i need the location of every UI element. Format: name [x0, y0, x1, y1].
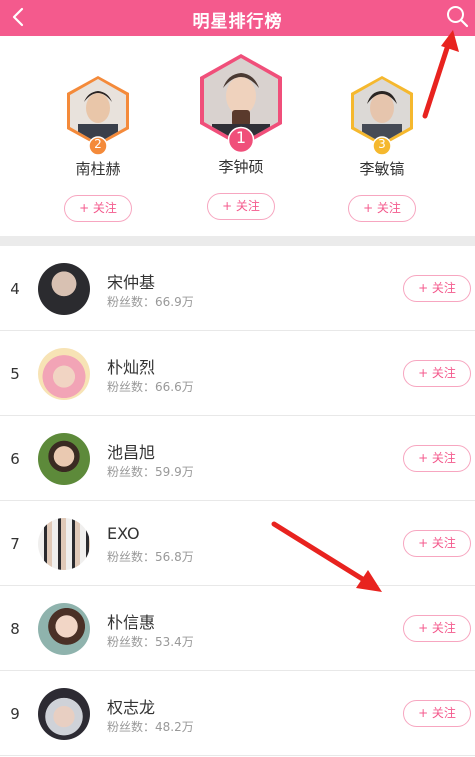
follow-button[interactable]: + 关注 [64, 195, 132, 222]
avatar[interactable]: 3 [348, 74, 416, 156]
star-name: 宋仲基 [107, 273, 156, 292]
follow-button[interactable]: + 关注 [403, 700, 471, 727]
fan-count: 粉丝数：66.9万 [107, 295, 194, 309]
rank-badge-number: 1 [235, 128, 247, 147]
rank-number: 8 [10, 620, 20, 638]
rank-badge-number: 3 [378, 137, 386, 151]
top-bar: 明星排行榜 [0, 0, 475, 36]
avatar[interactable] [38, 263, 90, 315]
rank-number: 5 [10, 365, 20, 383]
fan-count: 粉丝数：66.6万 [107, 380, 194, 394]
star-name: 南柱赫 [75, 160, 121, 178]
rank-number: 9 [10, 705, 20, 723]
fan-count: 粉丝数：59.9万 [107, 465, 194, 479]
avatar[interactable] [38, 688, 90, 740]
follow-button[interactable]: + 关注 [348, 195, 416, 222]
star-name: 李钟硕 [218, 158, 264, 176]
rank-number: 6 [10, 450, 20, 468]
follow-button[interactable]: + 关注 [403, 530, 471, 557]
podium-item-2[interactable]: 2 南柱赫 + 关注 [58, 74, 138, 222]
rank-number: 7 [10, 535, 20, 553]
podium-item-3[interactable]: 3 李敏镐 + 关注 [342, 74, 422, 222]
ranking-list: 4 宋仲基 粉丝数：66.9万 + 关注 5 朴灿烈 粉丝数：66.6万 + 关… [0, 246, 475, 756]
follow-button[interactable]: + 关注 [403, 445, 471, 472]
avatar[interactable]: 2 [64, 74, 132, 156]
section-divider [0, 236, 475, 246]
fan-count: 粉丝数：56.8万 [107, 550, 194, 564]
list-item[interactable]: 6 池昌旭 粉丝数：59.9万 + 关注 [0, 416, 475, 501]
avatar[interactable] [38, 433, 90, 485]
page-title: 明星排行榜 [192, 12, 283, 32]
avatar[interactable] [38, 603, 90, 655]
list-item[interactable]: 4 宋仲基 粉丝数：66.9万 + 关注 [0, 246, 475, 331]
follow-button[interactable]: + 关注 [207, 193, 275, 220]
follow-button[interactable]: + 关注 [403, 275, 471, 302]
star-name: 权志龙 [107, 698, 156, 717]
star-name: 池昌旭 [107, 443, 156, 462]
list-item[interactable]: 5 朴灿烈 粉丝数：66.6万 + 关注 [0, 331, 475, 416]
star-name: 朴信惠 [107, 613, 156, 632]
fan-count: 粉丝数：53.4万 [107, 635, 194, 649]
podium-item-1[interactable]: 1 李钟硕 + 关注 [194, 52, 288, 220]
avatar[interactable] [38, 518, 90, 570]
list-item[interactable]: 7 EXO 粉丝数：56.8万 + 关注 [0, 501, 475, 586]
star-name: EXO [107, 524, 140, 543]
avatar[interactable] [38, 348, 90, 400]
follow-button[interactable]: + 关注 [403, 615, 471, 642]
star-name: 朴灿烈 [107, 358, 156, 377]
avatar[interactable]: 1 [196, 52, 286, 154]
list-item[interactable]: 8 朴信惠 粉丝数：53.4万 + 关注 [0, 586, 475, 671]
rank-badge-number: 2 [94, 137, 102, 151]
list-item[interactable]: 9 权志龙 粉丝数：48.2万 + 关注 [0, 671, 475, 756]
rank-number: 4 [10, 280, 20, 298]
top-three-podium: 2 南柱赫 + 关注 1 李钟硕 + 关注 3 李敏镐 + 关注 [0, 36, 475, 236]
follow-button[interactable]: + 关注 [403, 360, 471, 387]
star-name: 李敏镐 [359, 160, 405, 178]
fan-count: 粉丝数：48.2万 [107, 720, 194, 734]
search-icon[interactable] [445, 4, 469, 28]
